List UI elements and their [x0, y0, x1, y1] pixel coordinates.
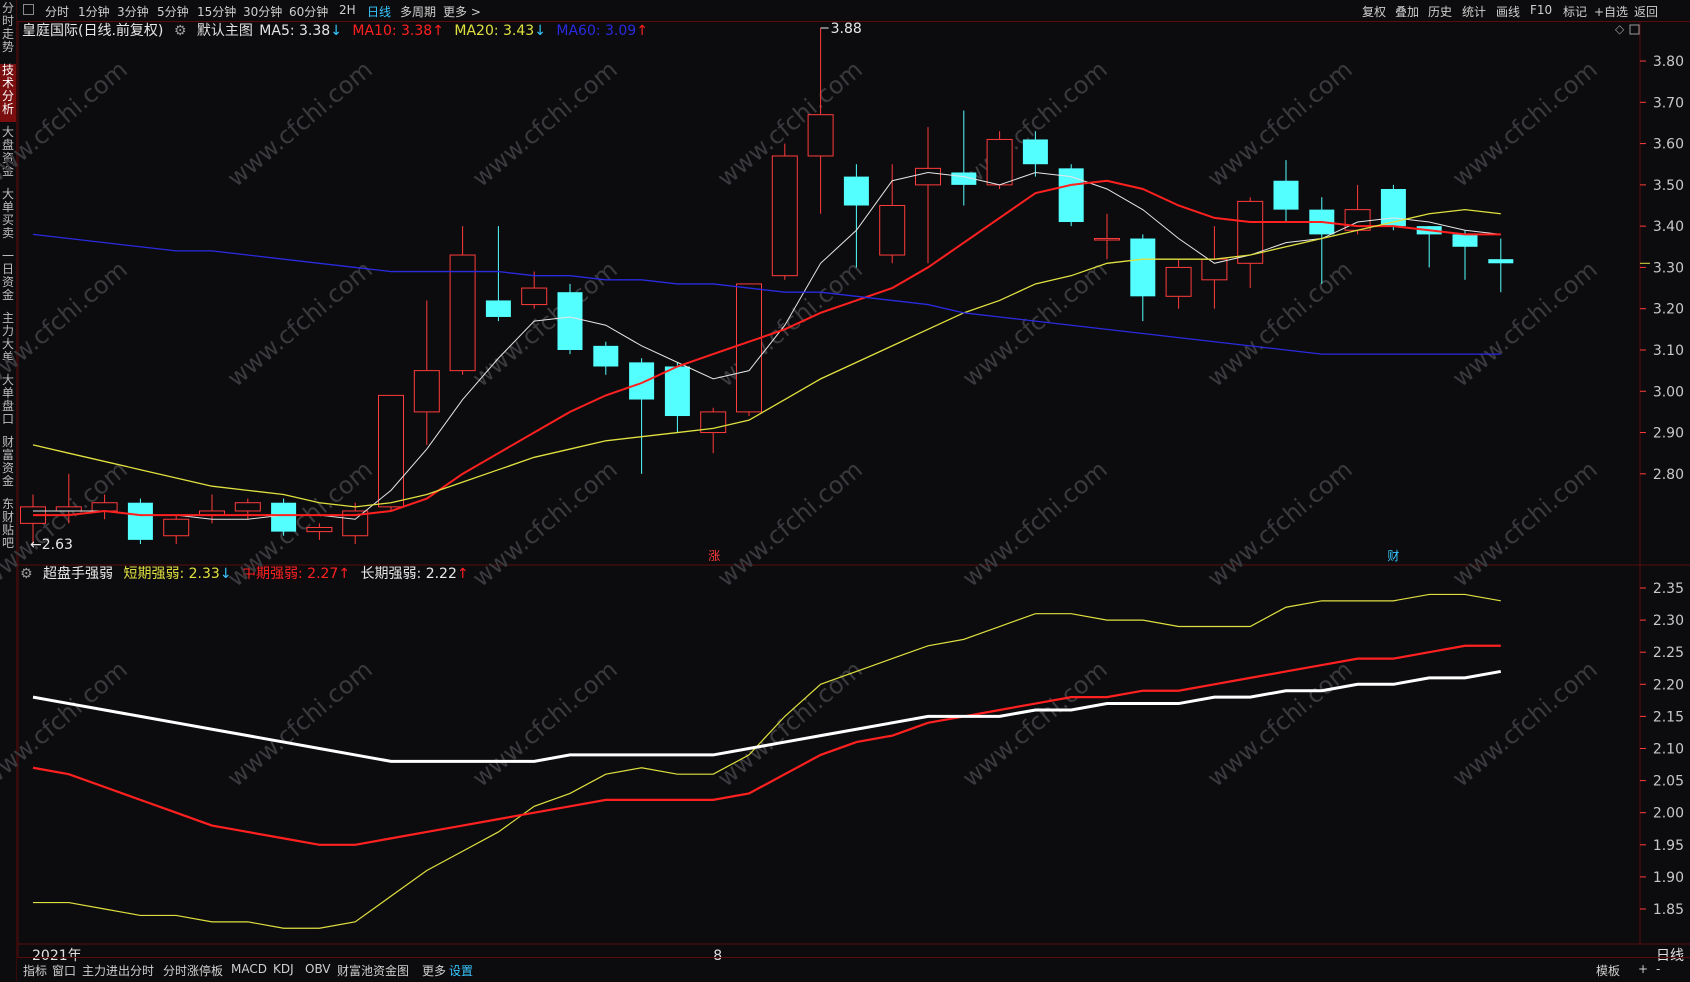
candle-up	[163, 518, 190, 537]
candle-up	[55, 506, 82, 512]
candle-down	[843, 176, 869, 206]
candle-up	[91, 502, 118, 512]
watermark-text: www.cfchi.com	[957, 455, 1113, 592]
watermark-text: www.cfchi.com	[957, 255, 1113, 392]
candle-down	[593, 345, 619, 367]
candle-down	[1488, 259, 1514, 264]
window-toggle-icon	[1629, 24, 1640, 35]
candle-up	[1094, 238, 1120, 241]
sub-y-tick-label: 2.15	[1653, 709, 1684, 725]
candle-down	[1130, 238, 1156, 297]
candle-up	[915, 167, 941, 186]
sub-y-tick-label: 2.35	[1653, 581, 1684, 597]
candle-down	[1452, 234, 1478, 247]
candle-down	[629, 362, 655, 400]
bottom-tab-0[interactable]: 指标	[23, 962, 47, 979]
bottom-tab-6[interactable]: OBV	[305, 962, 331, 976]
candle-up	[879, 205, 906, 256]
sub-y-tick-label: 2.20	[1653, 677, 1684, 693]
candle-down	[127, 502, 153, 540]
candle-up	[1201, 258, 1228, 281]
candle-up	[807, 114, 834, 157]
bottom-tab-4[interactable]: MACD	[231, 962, 267, 976]
watermark-text: www.cfchi.com	[467, 455, 623, 592]
watermark-text: www.cfchi.com	[0, 455, 133, 592]
candle-up	[449, 254, 476, 372]
sub-y-tick-label: 2.10	[1653, 742, 1684, 758]
bottom-indicator-toolbar: 指标 窗口 主力进出分时 分时涨停板 MACD KDJ OBV 财富池资金图 更多 设置 模板 + -	[17, 957, 1690, 982]
main-y-tick-label: 3.30	[1653, 260, 1684, 276]
bottom-right-btn-0[interactable]: 模板	[1596, 962, 1620, 979]
watermark-text: www.cfchi.com	[467, 55, 623, 192]
bottom-tab-5[interactable]: KDJ	[273, 962, 294, 976]
candle-up	[521, 287, 548, 306]
watermark-text: www.cfchi.com	[712, 455, 868, 592]
candle-down	[1273, 180, 1299, 210]
candle-up	[413, 370, 440, 413]
main-y-tick-label: 3.10	[1653, 343, 1684, 359]
bottom-tab-7[interactable]: 财富池资金图	[337, 962, 409, 979]
watermark-text: www.cfchi.com	[1447, 255, 1603, 392]
candle-up	[986, 138, 1013, 186]
watermark-text: www.cfchi.com	[957, 55, 1113, 192]
candle-down	[485, 300, 511, 317]
candle-up	[1344, 209, 1371, 231]
diamond-icon: ◇	[1615, 22, 1625, 36]
low-price-label: ←2.63	[30, 537, 73, 553]
sub-y-tick-label: 2.30	[1653, 613, 1684, 629]
bottom-tab-9[interactable]: 设置	[449, 962, 473, 979]
main-y-tick-label: 3.40	[1653, 219, 1684, 235]
candle-down	[1022, 139, 1048, 165]
candle-up	[736, 283, 762, 413]
main-y-tick-label: 2.90	[1653, 426, 1684, 442]
high-price-label: 3.88	[831, 21, 862, 37]
kline-chart-canvas[interactable]: www.cfchi.com www.cfchi.com www.cfchi.com w…	[0, 0, 1690, 981]
main-y-tick-label: 3.50	[1653, 178, 1684, 194]
watermark-text: www.cfchi.com	[0, 55, 133, 192]
main-y-tick-label: 3.70	[1653, 95, 1684, 111]
watermark-text: www.cfchi.com	[1202, 655, 1358, 792]
bottom-right-btn-2[interactable]: -	[1656, 962, 1660, 976]
candle-up	[306, 526, 333, 533]
finance-marker: 财	[1387, 549, 1399, 563]
sub-y-tick-label: 1.95	[1653, 838, 1684, 854]
main-y-tick-label: 3.60	[1653, 137, 1684, 153]
bottom-tab-1[interactable]: 窗口	[52, 962, 76, 979]
sub-y-tick-label: 2.05	[1653, 774, 1684, 790]
watermark-text: www.cfchi.com	[0, 655, 133, 792]
sub-y-tick-label: 2.00	[1653, 806, 1684, 822]
watermark-text: www.cfchi.com	[1202, 455, 1358, 592]
sub-y-tick-label: 1.85	[1653, 902, 1684, 918]
watermark-text: www.cfchi.com	[1447, 455, 1603, 592]
main-y-tick-label: 3.80	[1653, 54, 1684, 70]
watermark-text: www.cfchi.com	[1447, 55, 1603, 192]
watermark-text: www.cfchi.com	[957, 655, 1113, 792]
watermark-text: www.cfchi.com	[222, 255, 378, 392]
candle-down	[271, 502, 297, 532]
limit-up-marker: 涨	[708, 548, 720, 563]
sub-y-tick-label: 1.90	[1653, 870, 1684, 886]
watermark-text: www.cfchi.com	[1202, 55, 1358, 192]
watermark-text: www.cfchi.com	[467, 655, 623, 792]
candle-up	[1237, 200, 1264, 264]
watermark-text: www.cfchi.com	[0, 255, 133, 392]
candle-down	[557, 292, 583, 350]
main-y-tick-label: 2.80	[1653, 467, 1684, 483]
bottom-right-btn-1[interactable]: +	[1638, 962, 1648, 976]
sub-y-tick-label: 2.25	[1653, 645, 1684, 661]
candle-up	[234, 502, 261, 512]
candle-up	[771, 155, 798, 277]
bottom-tab-8[interactable]: 更多	[422, 962, 446, 979]
main-y-tick-label: 3.00	[1653, 384, 1684, 400]
watermark-text: www.cfchi.com	[222, 655, 378, 792]
bottom-tab-3[interactable]: 分时涨停板	[163, 962, 223, 979]
candle-up	[1165, 266, 1192, 297]
watermark-text: www.cfchi.com	[222, 55, 378, 192]
main-y-tick-label: 3.20	[1653, 302, 1684, 318]
candle-down	[664, 366, 690, 417]
bottom-tab-2[interactable]: 主力进出分时	[82, 962, 154, 979]
